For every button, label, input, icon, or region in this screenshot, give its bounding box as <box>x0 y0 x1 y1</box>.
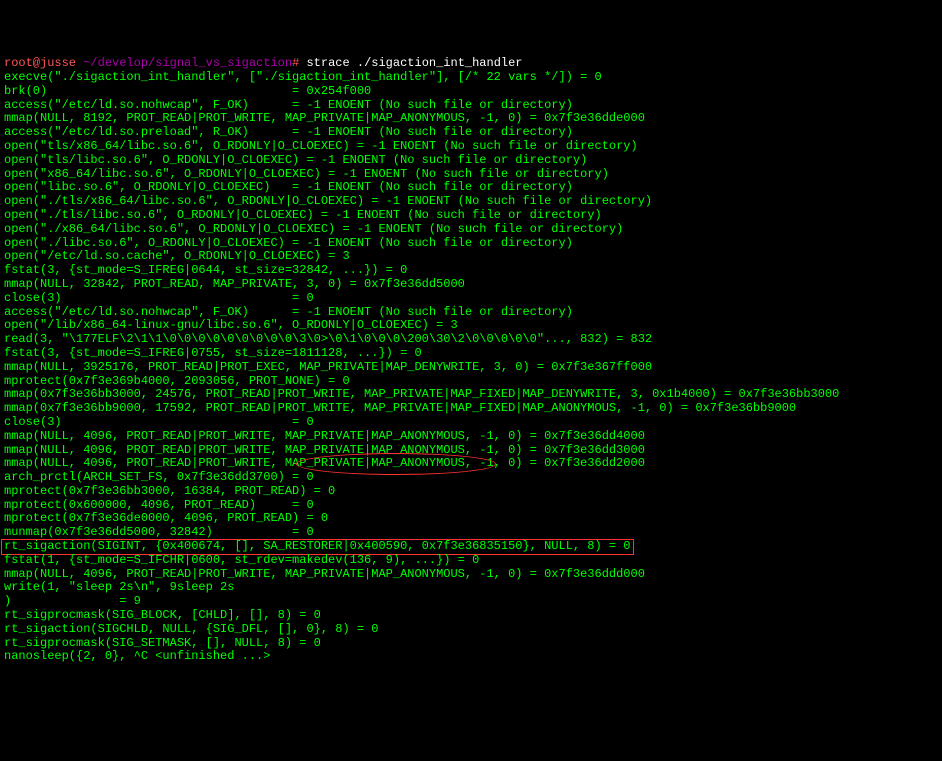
strace-line: mprotect(0x600000, 4096, PROT_READ) = 0 <box>4 498 314 512</box>
strace-line: access("/etc/ld.so.nohwcap", F_OK) = -1 … <box>4 98 573 112</box>
strace-line: nanosleep({2, 0}, ^C <unfinished ...> <box>4 649 270 663</box>
strace-line: fstat(3, {st_mode=S_IFREG|0755, st_size=… <box>4 346 422 360</box>
strace-line: mprotect(0x7f3e36bb3000, 16384, PROT_REA… <box>4 484 335 498</box>
prompt-user: root@jusse <box>4 56 76 70</box>
strace-line: fstat(3, {st_mode=S_IFREG|0644, st_size=… <box>4 263 407 277</box>
strace-line: open("x86_64/libc.so.6", O_RDONLY|O_CLOE… <box>4 167 609 181</box>
strace-line: access("/etc/ld.so.preload", R_OK) = -1 … <box>4 125 573 139</box>
strace-line: mmap(0x7f3e36bb9000, 17592, PROT_READ|PR… <box>4 401 796 415</box>
rt-sigaction-line: rt_sigaction(SIGINT, {0x400674, [], SA_R… <box>4 539 631 553</box>
strace-line: open("./tls/x86_64/libc.so.6", O_RDONLY|… <box>4 194 652 208</box>
strace-line: mmap(NULL, 8192, PROT_READ|PROT_WRITE, M… <box>4 111 645 125</box>
strace-line: mmap(0x7f3e36bb3000, 24576, PROT_READ|PR… <box>4 387 839 401</box>
strace-line: munmap(0x7f3e36dd5000, 32842) = 0 <box>4 525 314 539</box>
strace-line: mmap(NULL, 4096, PROT_READ|PROT_WRITE, M… <box>4 443 645 457</box>
strace-line: rt_sigprocmask(SIG_SETMASK, [], NULL, 8)… <box>4 636 321 650</box>
strace-line: open("tls/libc.so.6", O_RDONLY|O_CLOEXEC… <box>4 153 587 167</box>
strace-line: brk(0) = 0x254f000 <box>4 84 371 98</box>
command-text[interactable]: strace ./sigaction_int_handler <box>306 56 522 70</box>
strace-line: close(3) = 0 <box>4 291 314 305</box>
strace-line: mprotect(0x7f3e36de0000, 4096, PROT_READ… <box>4 511 328 525</box>
strace-line: open("tls/x86_64/libc.so.6", O_RDONLY|O_… <box>4 139 638 153</box>
strace-line: open("/etc/ld.so.cache", O_RDONLY|O_CLOE… <box>4 249 350 263</box>
strace-line: ) = 9 <box>4 594 141 608</box>
prompt-path: ~/develop/signal_vs_sigaction <box>83 56 292 70</box>
strace-line: rt_sigaction(SIGCHLD, NULL, {SIG_DFL, []… <box>4 622 378 636</box>
strace-line: close(3) = 0 <box>4 415 314 429</box>
strace-line: mprotect(0x7f3e369b4000, 2093056, PROT_N… <box>4 374 350 388</box>
strace-line: open("./libc.so.6", O_RDONLY|O_CLOEXEC) … <box>4 236 573 250</box>
strace-line: open("/lib/x86_64-linux-gnu/libc.so.6", … <box>4 318 458 332</box>
terminal-output: root@jusse ~/develop/signal_vs_sigaction… <box>4 57 938 664</box>
strace-line: open("./x86_64/libc.so.6", O_RDONLY|O_CL… <box>4 222 623 236</box>
strace-line: open("./tls/libc.so.6", O_RDONLY|O_CLOEX… <box>4 208 602 222</box>
strace-line: read(3, "\177ELF\2\1\1\0\0\0\0\0\0\0\0\0… <box>4 332 652 346</box>
strace-line: mmap(NULL, 4096, PROT_READ|PROT_WRITE, M… <box>4 456 645 470</box>
strace-line: mmap(NULL, 3925176, PROT_READ|PROT_EXEC,… <box>4 360 652 374</box>
strace-line: arch_prctl(ARCH_SET_FS, 0x7f3e36dd3700) … <box>4 470 314 484</box>
strace-line: rt_sigprocmask(SIG_BLOCK, [CHLD], [], 8)… <box>4 608 321 622</box>
strace-line: mmap(NULL, 32842, PROT_READ, MAP_PRIVATE… <box>4 277 465 291</box>
strace-line: fstat(1, {st_mode=S_IFCHR|0600, st_rdev=… <box>4 553 479 567</box>
strace-line: mmap(NULL, 4096, PROT_READ|PROT_WRITE, M… <box>4 429 645 443</box>
strace-line: execve("./sigaction_int_handler", ["./si… <box>4 70 602 84</box>
strace-line: access("/etc/ld.so.nohwcap", F_OK) = -1 … <box>4 305 573 319</box>
strace-line: open("libc.so.6", O_RDONLY|O_CLOEXEC) = … <box>4 180 573 194</box>
strace-line: write(1, "sleep 2s\n", 9sleep 2s <box>4 580 234 594</box>
strace-line: mmap(NULL, 4096, PROT_READ|PROT_WRITE, M… <box>4 567 645 581</box>
